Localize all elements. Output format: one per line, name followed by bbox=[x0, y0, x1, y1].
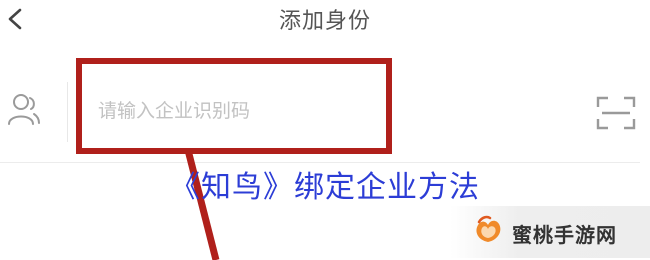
enterprise-code-input[interactable] bbox=[98, 96, 378, 126]
person-icon bbox=[8, 94, 40, 125]
peach-logo-icon bbox=[476, 215, 501, 242]
vertical-divider bbox=[67, 82, 68, 142]
caption-title: 《知鸟》绑定企业方法 bbox=[170, 170, 480, 205]
header-bar: 添加身份 bbox=[0, 0, 650, 40]
watermark-site-name: 蜜桃手游网 bbox=[512, 223, 617, 247]
watermark: 蜜桃手游网 bbox=[450, 202, 650, 260]
scan-icon[interactable] bbox=[596, 96, 636, 130]
page-title: 添加身份 bbox=[278, 9, 371, 34]
enterprise-code-row bbox=[0, 62, 650, 162]
